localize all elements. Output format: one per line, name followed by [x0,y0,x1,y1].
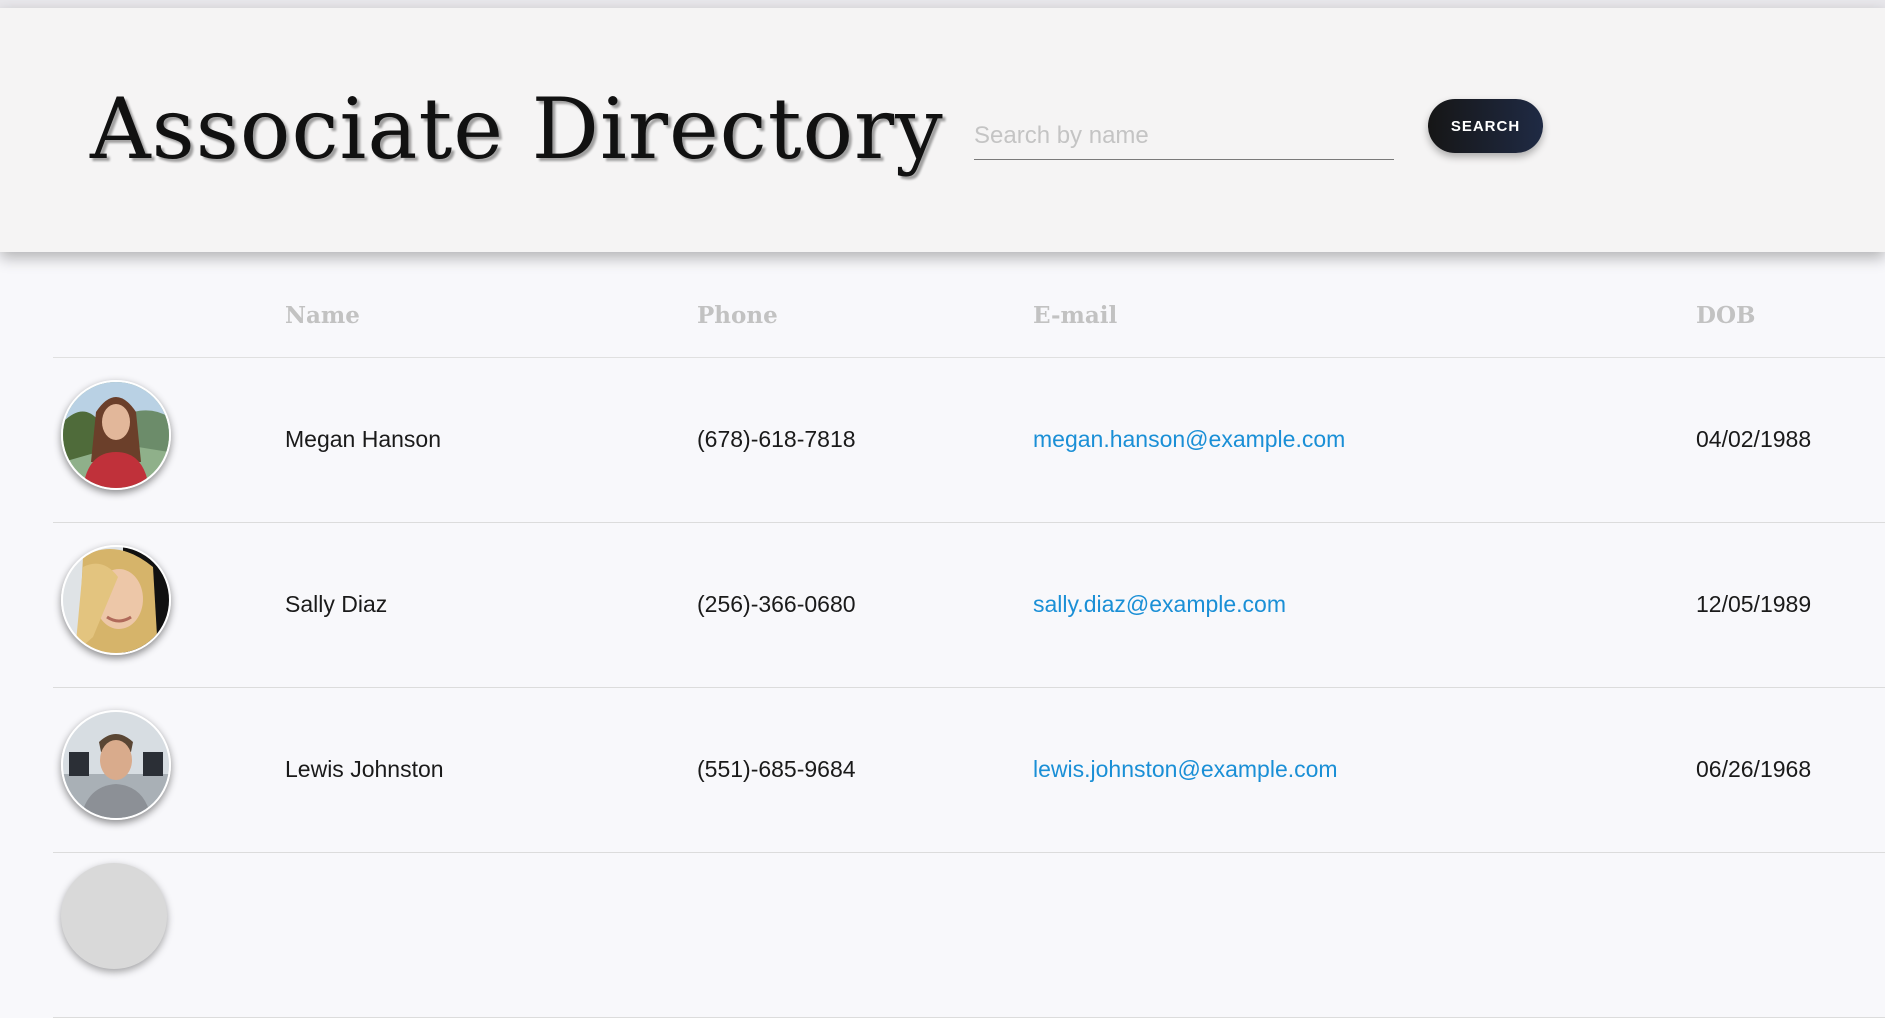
avatar-photo-lewis [63,712,169,818]
cell-dob: 06/26/1968 [1696,756,1812,782]
cell-name: Sally Diaz [285,591,388,617]
column-header-email[interactable]: E-mail [1033,302,1117,329]
table-row: Lewis Johnston (551)-685-9684 lewis.john… [53,688,1885,853]
email-link[interactable]: megan.hanson@example.com [1033,426,1345,452]
search-button[interactable]: SEARCH [1428,99,1543,153]
avatar [61,710,171,820]
cell-phone: (551)-685-9684 [697,756,856,782]
cell-name: Lewis Johnston [285,756,444,782]
top-strip [0,0,1885,8]
associate-table: Name Phone E-mail DOB Megan Hanson (678)… [53,252,1885,1018]
table-row: Megan Hanson (678)-618-7818 megan.hanson… [53,358,1885,523]
cell-email: megan.hanson@example.com [1033,426,1345,453]
search-input[interactable] [974,113,1394,160]
email-link[interactable]: sally.diaz@example.com [1033,591,1286,617]
cell-dob: 12/05/1989 [1696,591,1812,617]
column-header-phone[interactable]: Phone [697,302,778,329]
cell-phone: (678)-618-7818 [697,426,856,452]
cell-email: lewis.johnston@example.com [1033,756,1338,783]
email-link[interactable]: lewis.johnston@example.com [1033,756,1338,782]
column-header-dob[interactable]: DOB [1696,302,1755,329]
avatar [61,863,167,969]
avatar [61,545,171,655]
table-row [53,853,1885,1018]
cell-dob: 04/02/1988 [1696,426,1812,452]
avatar-photo-megan [63,382,169,488]
column-header-name[interactable]: Name [285,302,360,329]
cell-name: Megan Hanson [285,426,441,452]
header: Associate Directory SEARCH [0,8,1885,252]
cell-phone: (256)-366-0680 [697,591,856,617]
avatar [61,380,171,490]
table-header-row: Name Phone E-mail DOB [53,252,1885,358]
avatar-photo-sally [63,547,169,653]
page-title: Associate Directory [90,80,944,178]
table-row: Sally Diaz (256)-366-0680 sally.diaz@exa… [53,523,1885,688]
cell-email: sally.diaz@example.com [1033,591,1286,618]
